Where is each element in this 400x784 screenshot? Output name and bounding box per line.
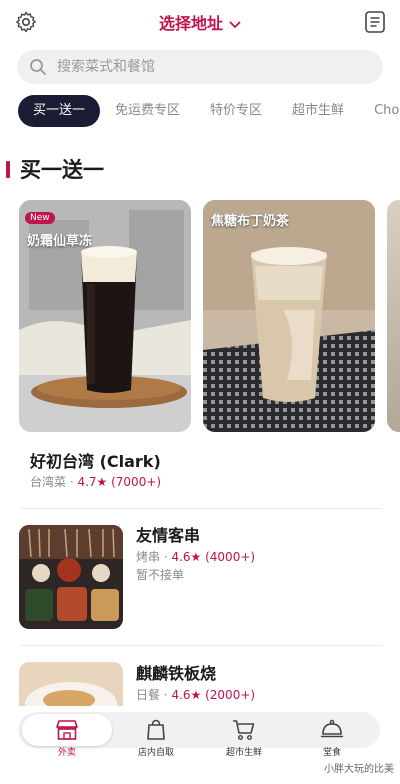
tab-label: 外卖: [57, 748, 76, 758]
card-item-label: 奶霜仙草冻: [27, 234, 93, 249]
featured-restaurant-name[interactable]: 好初台湾 (Clark): [30, 448, 161, 472]
shopping-bag-icon: [147, 719, 165, 740]
top-bar: 选择地址: [0, 0, 400, 44]
featured-restaurant-meta: 台湾菜 · 4.7★ (7000+): [30, 473, 161, 490]
tab-delivery[interactable]: 外卖: [27, 719, 107, 758]
chip-free-delivery[interactable]: 免运费专区: [100, 95, 195, 127]
milk-tea-image: [203, 200, 375, 432]
rating-label: 4.6★ (2000+): [171, 688, 256, 702]
storefront-icon: [56, 720, 78, 740]
divider: [20, 645, 382, 646]
cuisine-label: 台湾菜 ·: [30, 475, 78, 489]
section-accent-bar: [6, 161, 10, 178]
address-selector[interactable]: 选择地址: [0, 10, 400, 34]
restaurant-name[interactable]: 友情客串: [136, 522, 200, 546]
featured-card-1[interactable]: New 奶霜仙草冻: [19, 200, 191, 432]
divider: [20, 508, 382, 509]
search-icon: [30, 59, 46, 75]
restaurant-thumbnail[interactable]: [19, 662, 123, 712]
tab-pickup[interactable]: 店内自取: [116, 719, 196, 758]
restaurant-meta: 日餐 · 4.6★ (2000+): [136, 686, 255, 703]
address-label: 选择地址: [158, 14, 223, 33]
card-item-label: 焦糖布丁奶茶: [211, 214, 290, 229]
order-list-icon[interactable]: [364, 10, 386, 34]
restaurant-meta: 烤串 · 4.6★ (4000+): [136, 548, 255, 565]
watermark: 小胖大玩的比美: [324, 764, 394, 775]
featured-card-2[interactable]: 焦糖布丁奶茶: [203, 200, 375, 432]
chip-supermarket[interactable]: 超市生鲜: [277, 95, 359, 127]
search-bar[interactable]: [17, 50, 383, 84]
chip-special-offer[interactable]: 特价专区: [195, 95, 277, 127]
tab-label: 店内自取: [137, 748, 174, 758]
closed-status: 暂不接单: [136, 568, 185, 582]
tab-dine-in[interactable]: 堂食: [292, 719, 372, 758]
restaurant-thumbnail[interactable]: [19, 525, 123, 629]
skewers-image: [19, 525, 123, 629]
cuisine-label: 烤串 ·: [136, 550, 172, 564]
cuisine-label: 日餐 ·: [136, 688, 172, 702]
featured-card-3-partial[interactable]: [387, 200, 400, 432]
cloche-icon: [321, 719, 343, 738]
chevron-down-icon: [229, 20, 241, 28]
tab-grocery[interactable]: 超市生鲜: [204, 719, 284, 758]
new-badge: New: [25, 212, 55, 224]
chip-bogo[interactable]: 买一送一: [18, 95, 101, 127]
tab-label: 堂食: [322, 748, 341, 758]
search-input[interactable]: [57, 50, 357, 84]
rating-label: 4.7★ (7000+): [77, 475, 162, 489]
restaurant-name[interactable]: 麒麟铁板烧: [136, 660, 216, 684]
cart-icon: [233, 720, 255, 741]
section-title: 买一送一: [20, 158, 104, 182]
tab-label: 超市生鲜: [225, 748, 262, 758]
rating-label: 4.6★ (4000+): [171, 550, 256, 564]
teppanyaki-image: [19, 662, 123, 712]
category-chips: 买一送一 免运费专区 特价专区 超市生鲜 Cho: [18, 95, 400, 127]
chip-more[interactable]: Cho: [359, 95, 400, 127]
